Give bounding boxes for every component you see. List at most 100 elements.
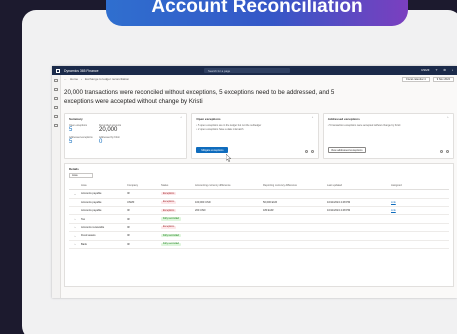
search-input[interactable]: Search for a page [204,68,290,73]
nav-workspaces-icon[interactable] [54,115,58,118]
back-icon[interactable]: ← [64,77,67,81]
cell-area: Tax [81,217,86,221]
table-row[interactable]: Accounts payable IR Exceptions 200 USD 180 E… [69,207,449,216]
table-row[interactable]: Accounts payable USMF Exceptions 100,000 US… [69,199,449,207]
cell-area: Accounts payable [81,192,102,196]
avatar[interactable]: • [452,68,453,72]
cell-accounting-difference: 200 USD [195,209,206,213]
collapse-icon[interactable]: ⌃ [446,116,449,120]
company-picker[interactable]: USMF [421,68,430,72]
period-select[interactable]: Fiscal calendar 4 [402,76,430,82]
main-content: ← Home › Exchange to ledger reconciliati… [64,75,454,298]
cell-assigned-link[interactable]: Link [391,209,431,212]
feedback-icons [304,150,314,154]
breadcrumb-current[interactable]: Exchange to ledger reconciliation [85,77,129,81]
cell-area: Accounts payable [81,209,102,213]
date-select[interactable]: 9 Nov 2024 [432,76,454,82]
status-badge: Fully reconciled [161,242,181,246]
cell-reporting-difference: 50,000 EUR [263,200,278,204]
cell-company: IR [127,192,130,196]
status-badge: Exceptions [161,192,177,196]
breadcrumb: ← Home › Exchange to ledger reconciliati… [64,75,454,83]
app-window: Dynamics 365 Finance Search for a page U… [52,66,457,298]
gear-icon[interactable]: ⚙ [443,68,446,72]
breadcrumb-home[interactable]: Home [70,77,78,81]
column-header[interactable]: Company [127,184,161,187]
cell-reporting-difference: 180 EUR [263,209,274,213]
cell-area: Fixed assets [81,234,96,238]
column-header[interactable]: Reporting currency difference [263,184,327,187]
open-exceptions-title: Open exceptions [196,117,221,122]
summary-card-title: Summary [69,117,83,122]
thumbs-down-icon[interactable] [310,150,314,154]
metric-value-link[interactable]: 5 [69,127,99,134]
thumbs-up-icon[interactable] [304,150,308,154]
expand-chevron-icon[interactable]: › [69,217,81,221]
status-badge: Exceptions [161,209,177,213]
breadcrumb-separator: › [81,77,83,81]
breadcrumb-actions: Fiscal calendar 4 9 Nov 2024 [402,76,454,82]
expand-chevron-icon[interactable]: ⌄ [69,192,81,196]
table-header: Area Company Status Accounting currency … [69,182,449,191]
table-body: ⌄ Accounts payable IR Exceptions Accounts pa… [69,190,449,249]
column-header[interactable]: Status [161,184,195,187]
help-icon[interactable]: ? [436,68,438,72]
column-header[interactable]: Area [81,184,127,187]
addressed-exception-bullet: • 5 transaction exceptions were accepted… [327,124,401,128]
table-row[interactable]: › Tax IR Fully reconciled [69,215,449,224]
metric-reconciled-accounts: Reconciled accounts 20,000 [99,124,139,134]
summary-metrics: Open exceptions 5 Reconciled accounts 20… [69,124,182,146]
cell-area: Accounts payable [81,200,102,204]
cell-company: IR [127,209,130,213]
metric-open-exceptions: Open exceptions 5 [69,124,99,134]
thumbs-up-icon[interactable] [440,150,443,154]
cell-area: Bank [81,242,87,246]
page-headline: 20,000 transactions were reconciled with… [64,89,335,105]
column-header[interactable]: Assigned [391,184,431,187]
mitigate-exceptions-button[interactable]: Mitigate exceptions [196,147,229,154]
feedback-icons [440,150,449,154]
metric-value-link[interactable]: 5 [69,139,99,146]
nav-favorites-icon[interactable] [54,97,58,100]
table-row[interactable]: ⌄ Accounts payable IR Exceptions [69,190,449,199]
open-exceptions-card: Open exceptions ⌃ • 5 open exceptions ar… [191,113,319,163]
summary-card: Summary ⌃ Open exceptions 5 Reconciled a… [64,113,188,160]
app-name: Dynamics 365 Finance [64,68,99,73]
bullet-text: 2 open exceptions have a date mismatch [198,127,244,131]
column-header[interactable]: Accounting currency difference [195,184,263,187]
metric-addressed-exceptions: Addressed exceptions 5 [69,136,99,146]
nav-modules-icon[interactable] [54,124,58,127]
details-title: Details [69,167,79,172]
table-row[interactable]: › Accounts receivable IR Exceptions [69,224,449,233]
status-badge: Exceptions [161,225,177,230]
cell-company: IR [127,242,130,246]
collapse-icon[interactable]: ⌃ [311,116,314,120]
expand-chevron-icon[interactable]: › [69,225,81,229]
metric-addressed-by-kristi: Addressed by Kristi 0 [99,136,139,146]
nav-menu-icon[interactable] [54,79,58,82]
expand-chevron-icon[interactable]: › [69,234,81,238]
group-by-select[interactable]: Area [69,173,93,179]
left-nav-rail [52,75,61,298]
view-addressed-exceptions-button[interactable]: View addressed exceptions [327,147,366,154]
bullet-text: 5 transaction exceptions were accepted w… [329,124,401,128]
nav-recent-icon[interactable] [54,106,58,109]
metric-value-link[interactable]: 0 [99,139,139,146]
table-row[interactable]: › Fixed assets IR Fully reconciled [69,232,449,241]
cell-area: Accounts receivable [81,225,105,229]
app-launcher-icon[interactable] [56,68,60,73]
metric-value: 20,000 [99,127,118,134]
collapse-icon[interactable]: ⌃ [180,116,183,120]
cell-last-updated: 10/11/2024 4:48 PM [327,200,351,204]
nav-home-icon[interactable] [54,88,58,91]
column-header[interactable]: Last updated [327,184,391,187]
cell-assigned-link[interactable]: Link [391,201,431,204]
expand-chevron-icon[interactable]: › [69,242,81,246]
thumbs-down-icon[interactable] [446,150,449,154]
app-topbar: Dynamics 365 Finance Search for a page U… [52,66,457,75]
cell-company: IR [127,234,130,238]
bullet-text: 5 open exceptions are in the ledger but … [198,124,262,128]
mouse-cursor-icon [226,154,232,163]
topbar-actions: USMF ? ⚙ • [421,68,453,72]
table-row[interactable]: › Bank IR Fully reconciled [69,241,449,249]
